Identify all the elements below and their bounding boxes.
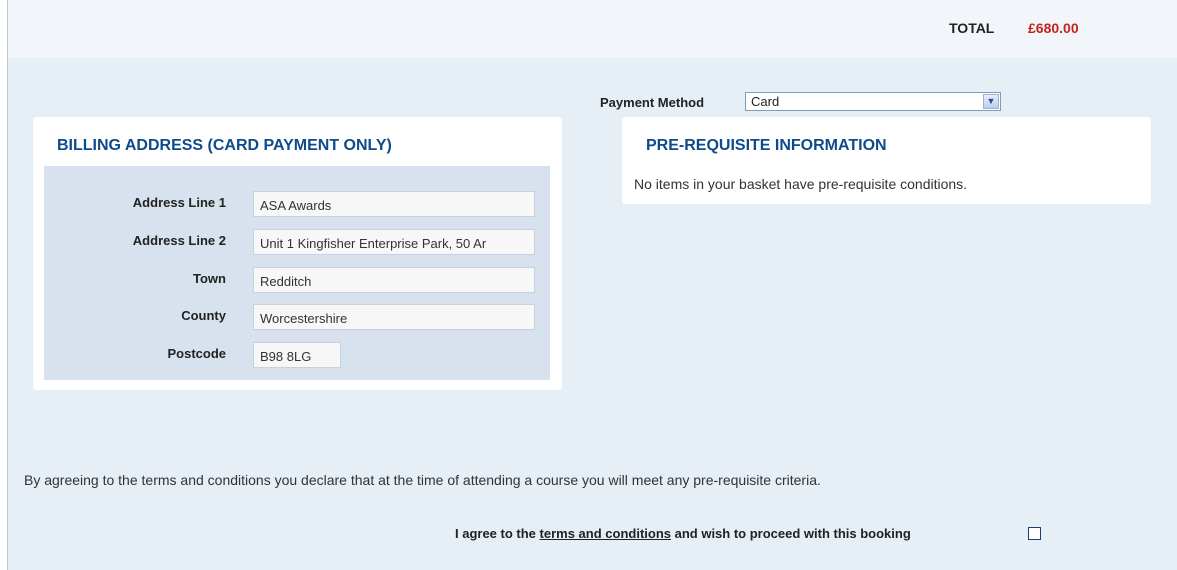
terms-link[interactable]: terms and conditions: [540, 526, 671, 541]
agree-checkbox[interactable]: [1028, 527, 1041, 540]
billing-address-panel: BILLING ADDRESS (CARD PAYMENT ONLY) Addr…: [33, 117, 562, 390]
address-line-1-row: Address Line 1 ASA Awards: [44, 189, 550, 217]
agree-statement: I agree to the terms and conditions and …: [455, 526, 911, 541]
payment-method-value: Card: [751, 94, 780, 109]
address-line-1-input[interactable]: ASA Awards: [253, 191, 535, 217]
agree-suffix: and wish to proceed with this booking: [671, 526, 911, 541]
checkout-frame: TOTAL £680.00 Payment Method Card ▼ BILL…: [7, 0, 1177, 570]
terms-declaration: By agreeing to the terms and conditions …: [24, 472, 821, 488]
postcode-input[interactable]: B98 8LG: [253, 342, 341, 368]
address-line-2-input[interactable]: Unit 1 Kingfisher Enterprise Park, 50 Ar: [253, 229, 535, 255]
town-label: Town: [193, 271, 226, 286]
billing-address-title: BILLING ADDRESS (CARD PAYMENT ONLY): [57, 137, 392, 154]
address-line-2-row: Address Line 2 Unit 1 Kingfisher Enterpr…: [44, 227, 550, 255]
billing-address-form: Address Line 1 ASA Awards Address Line 2…: [44, 166, 550, 380]
payment-method-select[interactable]: Card ▼: [745, 92, 1001, 111]
total-value: £680.00: [1028, 20, 1079, 36]
payment-method-label: Payment Method: [600, 95, 705, 110]
prerequisite-panel: PRE-REQUISITE INFORMATION No items in yo…: [622, 117, 1151, 204]
total-bar: TOTAL £680.00: [8, 0, 1177, 58]
county-input[interactable]: Worcestershire: [253, 304, 535, 330]
agree-prefix: I agree to the: [455, 526, 540, 541]
county-row: County Worcestershire: [44, 302, 550, 330]
postcode-row: Postcode B98 8LG: [44, 340, 550, 368]
address-line-2-label: Address Line 2: [132, 233, 226, 248]
town-row: Town Redditch: [44, 265, 550, 293]
total-label: TOTAL: [949, 20, 995, 36]
town-input[interactable]: Redditch: [253, 267, 535, 293]
postcode-label: Postcode: [167, 346, 226, 361]
prerequisite-title: PRE-REQUISITE INFORMATION: [646, 137, 887, 154]
county-label: County: [181, 308, 226, 323]
address-line-1-label: Address Line 1: [132, 195, 226, 210]
chevron-down-icon[interactable]: ▼: [983, 94, 999, 109]
prerequisite-message: No items in your basket have pre-requisi…: [634, 176, 968, 192]
